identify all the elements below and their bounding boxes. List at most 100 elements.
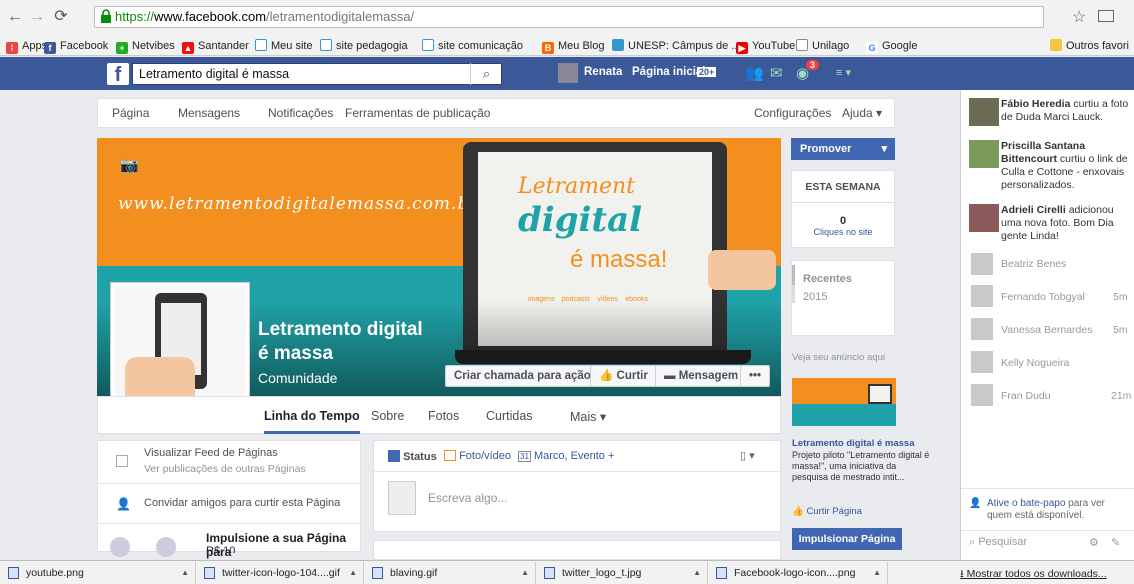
calendar-icon: 31 [518,451,531,462]
bookmark-google[interactable]: G Google [866,38,917,54]
forward-icon[interactable]: → [28,8,46,26]
download-item[interactable]: youtube.png ▲ [0,562,196,584]
reload-icon[interactable]: ⟳ [52,8,70,26]
more-button[interactable]: ••• [740,365,771,387]
search-icon: ⌕ [969,536,979,548]
cast-icon[interactable] [1098,10,1114,22]
compose-icon[interactable]: ✎ [1111,536,1120,549]
unesp-icon [612,39,624,51]
event-label: Marco, Evento + [533,450,615,462]
bookmark-meu-site[interactable]: Meu site [255,38,313,54]
messages-icon[interactable]: ✉ [770,64,783,82]
ad-page-name[interactable]: Letramento digital é massa [792,438,914,449]
other-bookmarks[interactable]: Outros favori [1050,38,1129,54]
nav-notificacoes[interactable]: Notificações [268,106,333,120]
ad-title: Veja seu anúncio aqui [792,352,885,363]
download-item[interactable]: twitter-icon-logo-104....gif ▲ [196,562,364,584]
page-icon [255,39,267,51]
download-filename: blaving.gif [390,567,438,579]
ad-like-link[interactable]: 👍 Curtir Página [792,506,862,517]
chevron-down-icon[interactable]: ▲ [873,562,881,584]
clicks-count: 0 [839,215,847,227]
home-link[interactable]: Página inicial [632,66,706,78]
chat-contact[interactable]: Kelly Nogueira [1001,357,1069,369]
bookmark-youtube[interactable]: ▶ YouTube [736,38,795,54]
address-row: ← → ⟳ https://www.facebook.com/letrament… [0,0,1134,36]
chevron-down-icon[interactable]: ▲ [521,562,529,584]
chat-contact[interactable]: Fran Dudu [1001,390,1051,402]
chat-contact[interactable]: Beatriz Benes [1001,258,1066,270]
promote-button[interactable]: Promover ▾ [791,138,895,160]
boost-page-button[interactable]: Impulsionar Página [792,528,902,550]
tab-mais[interactable]: Mais ▾ [570,409,606,424]
back-icon[interactable]: ← [6,8,24,26]
nav-mensagens[interactable]: Mensagens [178,106,240,120]
url-domain: www.facebook.com [154,9,267,24]
ticker-story[interactable]: Adrieli Cirelli adicionou uma nova foto.… [1001,204,1131,243]
bookmark-site-comunicacao[interactable]: site comunicação [422,38,523,54]
invite-friends-link[interactable]: Convidar amigos para curtir esta Página [144,497,340,509]
chat-search-input[interactable]: ⌕ Pesquisar [969,536,1027,549]
chevron-down-icon[interactable]: ▲ [693,562,701,584]
bookmark-unesp[interactable]: UNESP: Câmpus de ... [612,38,741,54]
bookmark-apps[interactable]: ⁞ Apps [6,38,47,54]
bookmark-santander[interactable]: ▲ Santander [182,38,249,54]
nav-configuracoes[interactable]: Configurações [754,106,831,120]
composer-photo-tab[interactable]: Foto/vídeo [444,450,511,462]
recent-year[interactable]: 2015 [792,285,894,303]
gear-icon[interactable]: ⚙ [1089,536,1099,549]
bookmark-facebook[interactable]: f Facebook [44,38,108,54]
search-input[interactable]: Letramento digital é massa [132,63,502,85]
composer-event-tab[interactable]: 31 Marco, Evento + [518,450,614,462]
composer-input[interactable]: Escreva algo... [428,491,507,505]
ticker-story[interactable]: Fábio Heredia curtiu a foto de Duda Marc… [1001,98,1129,124]
page-tabs: Linha do Tempo Sobre Fotos Curtidas Mais… [97,396,781,434]
search-icon[interactable]: ⌕ [470,63,502,85]
download-item[interactable]: Facebook-logo-icon....png ▲ [708,562,888,584]
composer-status-tab[interactable]: Status [388,450,437,463]
nav-pagina[interactable]: Página [112,106,149,120]
recent-title[interactable]: Recentes [792,265,894,285]
profile-link[interactable]: Renata [584,66,622,78]
chevron-down-icon[interactable]: ▲ [349,562,357,584]
chat-contact[interactable]: Fernando Tobgyal [1001,291,1085,303]
bookmark-netvibes[interactable]: + Netvibes [116,38,175,54]
chat-contact[interactable]: Vanessa Bernardes [1001,324,1092,336]
bookmark-meu-blog[interactable]: B Meu Blog [542,38,604,54]
show-all-downloads-link[interactable]: ⭳ Mostrar todos os downloads... [960,566,1107,584]
post-as-dropdown-icon[interactable]: ▯ ▾ [740,449,755,462]
account-menu-icon[interactable]: ≡ ▾ [836,66,851,79]
feed-icon [116,455,128,467]
url-bar[interactable]: https://www.facebook.com/letramentodigit… [94,6,1044,28]
message-button[interactable]: ▬ Mensagem [655,365,748,387]
page-title-line1: Letramento digital [258,319,423,340]
facebook-logo-icon[interactable]: f [107,63,129,86]
nav-ferramentas[interactable]: Ferramentas de publicação [345,106,490,120]
bookmark-site-pedagogia[interactable]: site pedagogia [320,38,408,54]
thumbs-up-icon: 👍 [599,370,617,382]
lock-icon [101,9,111,23]
friend-requests-icon[interactable]: 👥 [745,64,764,82]
ad-preview-image[interactable] [792,378,896,426]
tab-timeline[interactable]: Linha do Tempo [264,409,360,434]
promote-label: Promover [800,143,852,155]
clicks-label[interactable]: Cliques no site [792,227,894,237]
avatar[interactable] [558,63,578,83]
feed-subtitle: Ver publicações de outras Páginas [144,463,306,475]
feed-title[interactable]: Visualizar Feed de Páginas [144,447,278,459]
chevron-down-icon[interactable]: ▲ [181,562,189,584]
star-icon[interactable]: ☆ [1072,7,1086,27]
tab-fotos[interactable]: Fotos [428,409,459,423]
ticker-story[interactable]: Priscilla Santana Bittencourt curtiu o l… [1001,140,1131,192]
tab-curtidas[interactable]: Curtidas [486,409,533,423]
like-button[interactable]: 👍 Curtir [590,365,657,387]
camera-icon[interactable]: 📷 [120,156,139,174]
enable-chat-link[interactable]: Ative o bate-papo [987,498,1065,509]
download-filename: youtube.png [26,567,84,579]
nav-ajuda[interactable]: Ajuda ▾ [842,106,882,120]
call-to-action-button[interactable]: Criar chamada para ação [445,365,600,387]
download-item[interactable]: twitter_logo_t.jpg ▲ [536,562,708,584]
download-item[interactable]: blaving.gif ▲ [364,562,536,584]
tab-sobre[interactable]: Sobre [371,409,404,423]
bookmark-unilago[interactable]: Unilago [796,38,849,54]
